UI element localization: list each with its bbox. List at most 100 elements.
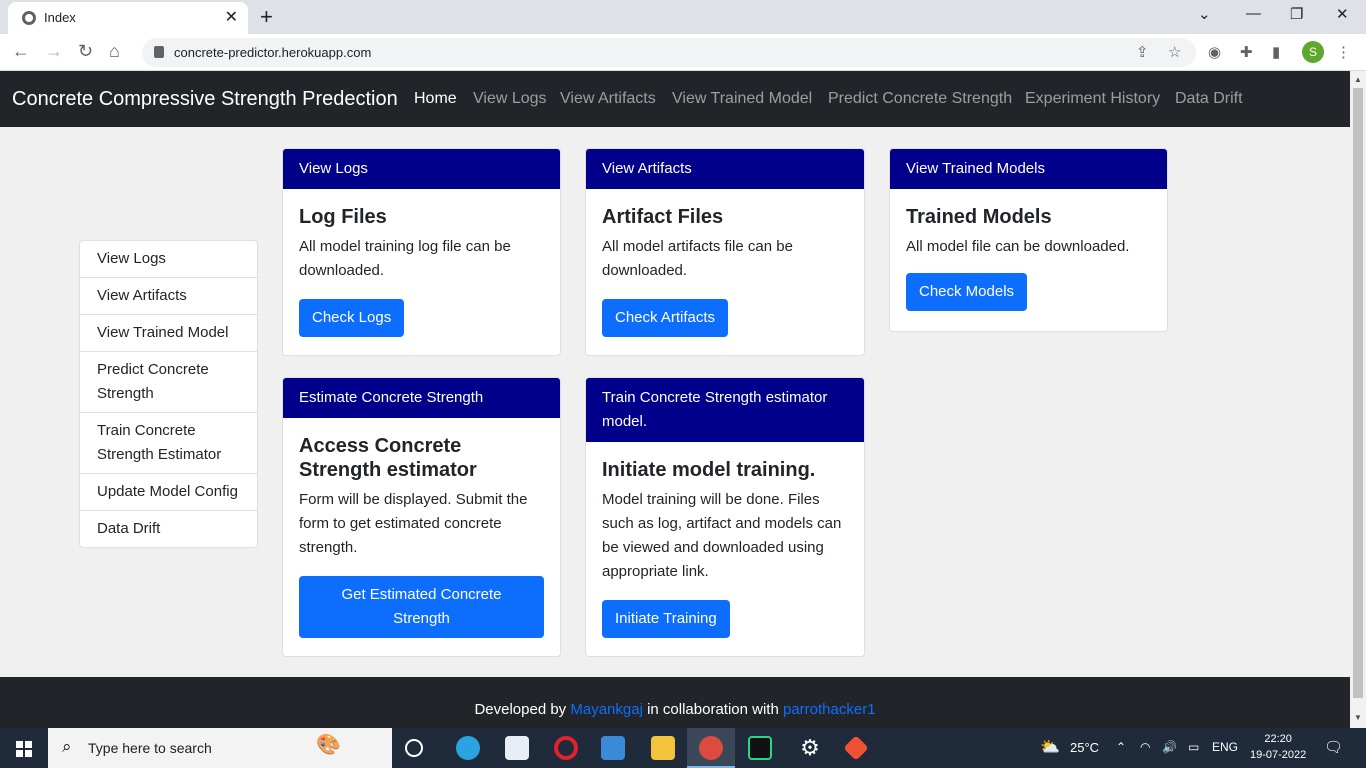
extension-icon[interactable]: ◉ [1208,43,1221,61]
get-estimated-strength-button[interactable]: Get Estimated Concrete Strength [299,576,544,638]
card-title: Initiate model training. [602,459,816,481]
wifi-icon[interactable]: ◠ [1140,740,1150,754]
virtualbox-icon[interactable] [601,736,625,760]
card-header: View Trained Models [890,149,1167,189]
search-highlight-icon: 🎨 [316,734,341,756]
card-title: Trained Models [906,206,1052,228]
browser-tab[interactable]: Index ✕ [8,2,248,34]
check-models-button[interactable]: Check Models [906,273,1028,311]
windows-start-icon[interactable] [16,741,32,757]
footer-link-author1[interactable]: Mayankgaj [570,701,643,718]
scroll-up-arrow-icon[interactable]: ▲ [1354,75,1362,84]
sidebar-item-update-model-config[interactable]: Update Model Config [80,474,257,511]
close-window-icon[interactable]: ✕ [1336,5,1349,23]
sidebar-item-predict-concrete-strength[interactable]: Predict Concrete Strength [80,352,257,413]
card-view-logs: View Logs Log Files All model training l… [282,148,561,356]
clock-date: 19-07-2022 [1250,749,1307,761]
card-header: View Logs [283,149,560,189]
card-view-trained-models: View Trained Models Trained Models All m… [889,148,1168,332]
taskbar-search-box[interactable]: ⌕ Type here to search 🎨 [48,728,392,768]
tab-title: Index [44,10,76,25]
temperature-text[interactable]: 25°C [1070,740,1099,755]
nav-experiment-history[interactable]: Experiment History [1025,90,1160,108]
card-text: Form will be displayed. Submit the form … [299,491,528,556]
card-title: Access Concrete Strength estimator [299,435,477,481]
taskbar-clock[interactable]: 22:20 19-07-2022 [1250,731,1306,763]
nav-data-drift[interactable]: Data Drift [1175,90,1243,108]
new-tab-icon[interactable]: + [260,4,273,30]
scrollbar-thumb[interactable] [1353,88,1363,698]
card-text: All model training log file can be downl… [299,238,511,279]
browser-toolbar: ← → ↻ ⌂ concrete-predictor.herokuapp.com… [0,34,1366,71]
side-panel-icon[interactable]: ▮ [1272,43,1280,61]
reload-icon[interactable]: ↻ [78,41,93,62]
url-text: concrete-predictor.herokuapp.com [174,45,372,60]
check-logs-button[interactable]: Check Logs [299,299,405,337]
close-tab-icon[interactable]: ✕ [225,7,238,27]
browser-tab-strip: Index ✕ + ⌄ — ❐ ✕ [0,0,1366,34]
opera-icon[interactable] [554,736,578,760]
initiate-training-button[interactable]: Initiate Training [602,600,730,638]
footer-prefix: Developed by [474,701,571,718]
sidebar-item-train-estimator[interactable]: Train Concrete Strength Estimator [80,413,257,474]
globe-icon [22,11,36,25]
battery-icon[interactable]: ▭ [1188,740,1199,754]
taskbar-search-placeholder: Type here to search [88,740,212,756]
profile-avatar[interactable]: S [1302,41,1324,63]
navbar-brand[interactable]: Concrete Compressive Strength Predection [12,88,398,111]
file-explorer-icon[interactable] [651,736,675,760]
chrome-taskbar-item[interactable] [687,728,735,768]
card-header: View Artifacts [586,149,864,189]
card-header: Estimate Concrete Strength [283,378,560,418]
menu-icon[interactable]: ⋮ [1336,43,1351,61]
card-text: All model file can be downloaded. [906,238,1130,255]
bookmark-star-icon[interactable]: ☆ [1168,43,1181,61]
forward-icon[interactable]: → [45,41,63,62]
language-indicator[interactable]: ENG [1212,740,1238,754]
card-header: Train Concrete Strength estimator model. [586,378,864,442]
share-icon[interactable]: ⇪ [1136,43,1149,61]
settings-gear-icon[interactable]: ⚙ [798,736,822,760]
check-artifacts-button[interactable]: Check Artifacts [602,299,729,337]
nav-home[interactable]: Home [414,90,457,108]
sidebar-list: View Logs View Artifacts View Trained Mo… [79,240,258,548]
back-icon[interactable]: ← [12,41,30,62]
home-icon[interactable]: ⌂ [109,41,120,62]
page-scrollbar[interactable]: ▲ ▼ [1350,71,1366,728]
sidebar-item-view-logs[interactable]: View Logs [80,241,257,278]
volume-icon[interactable]: 🔊 [1162,740,1177,754]
windows-taskbar: ⌕ Type here to search 🎨 ⚙ ⛅ 25°C ⌃ ◠ 🔊 ▭… [0,728,1366,768]
card-text: All model artifacts file can be download… [602,238,793,279]
lock-icon [154,46,164,58]
task-view-icon[interactable] [405,739,423,757]
telegram-icon[interactable] [456,736,480,760]
sidebar-item-data-drift[interactable]: Data Drift [80,511,257,547]
nav-view-artifacts[interactable]: View Artifacts [560,90,656,108]
tab-search-chevron-icon[interactable]: ⌄ [1198,5,1211,23]
nav-view-trained-model[interactable]: View Trained Model [672,90,812,108]
chrome-icon [699,736,723,760]
minimize-icon[interactable]: — [1246,5,1261,22]
card-title: Log Files [299,206,387,228]
tray-chevron-icon[interactable]: ⌃ [1116,740,1126,754]
git-icon[interactable] [843,735,869,761]
footer-link-author2[interactable]: parrothacker1 [783,701,876,718]
card-title: Artifact Files [602,206,724,228]
notifications-icon[interactable]: 🗨 [1324,738,1343,756]
card-text: Model training will be done. Files such … [602,491,842,580]
address-bar[interactable]: concrete-predictor.herokuapp.com ⇪ ☆ [142,38,1196,67]
nav-predict-concrete-strength[interactable]: Predict Concrete Strength [828,90,1012,108]
restore-icon[interactable]: ❐ [1290,5,1303,23]
solitaire-icon[interactable] [505,736,529,760]
web-page: Concrete Compressive Strength Predection… [0,71,1350,728]
card-train-estimator: Train Concrete Strength estimator model.… [585,377,865,657]
sidebar-item-view-artifacts[interactable]: View Artifacts [80,278,257,315]
search-icon: ⌕ [62,737,72,756]
sidebar-item-view-trained-model[interactable]: View Trained Model [80,315,257,352]
pycharm-icon[interactable] [748,736,772,760]
weather-icon[interactable]: ⛅ [1040,737,1060,757]
puzzle-icon[interactable]: ✚ [1240,43,1253,61]
scroll-down-arrow-icon[interactable]: ▼ [1354,713,1362,722]
nav-view-logs[interactable]: View Logs [473,90,547,108]
footer-middle: in collaboration with [642,701,783,718]
